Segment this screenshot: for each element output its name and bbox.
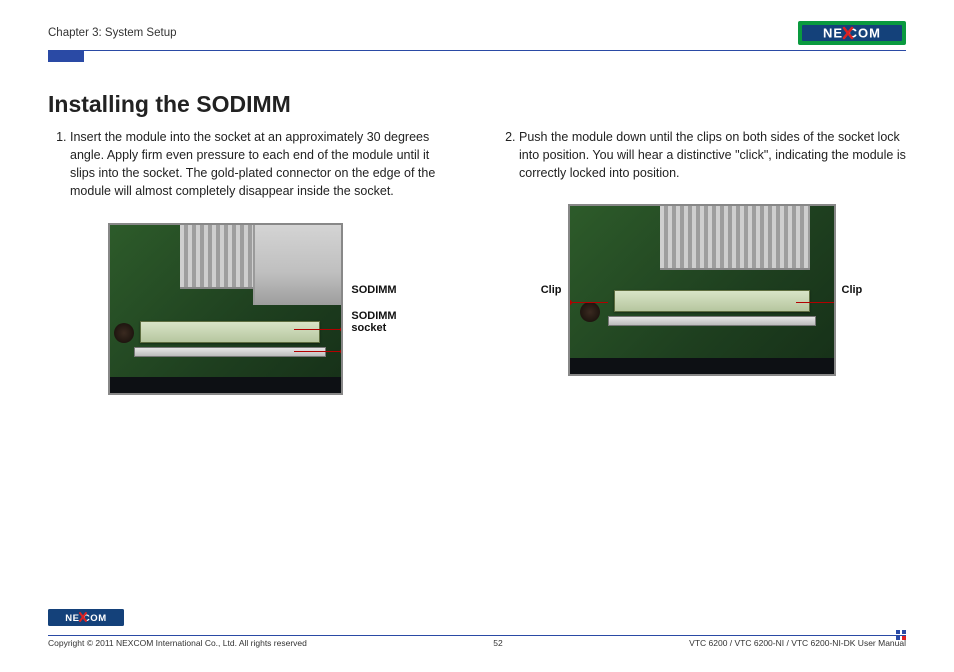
step-1-text: Insert the module into the socket at an … <box>70 128 457 201</box>
callout-sodimm: SODIMM <box>351 284 396 296</box>
callout-sodimm-socket: SODIMM socket <box>351 310 396 334</box>
chapter-label: Chapter 3: System Setup <box>48 27 176 39</box>
figure-step-1 <box>108 223 343 395</box>
callout-sodimm-socket-l1: SODIMM <box>351 310 396 322</box>
callout-clip-right: Clip <box>842 284 863 296</box>
callout-sodimm-socket-l2: socket <box>351 322 396 334</box>
footer-copyright: Copyright © 2011 NEXCOM International Co… <box>48 638 307 648</box>
footer-doc-title: VTC 6200 / VTC 6200-NI / VTC 6200-NI-DK … <box>689 638 906 648</box>
step-2-text: Push the module down until the clips on … <box>519 128 906 182</box>
header-rule <box>48 50 906 51</box>
figure-step-2 <box>568 204 836 376</box>
brand-logo: NE COM <box>798 21 906 45</box>
footer-page-number: 52 <box>307 638 689 648</box>
page-title: Installing the SODIMM <box>48 91 906 118</box>
callout-clip-left: Clip <box>541 284 562 296</box>
footer-rule <box>48 635 906 636</box>
footer-logo: NE COM <box>48 609 906 631</box>
